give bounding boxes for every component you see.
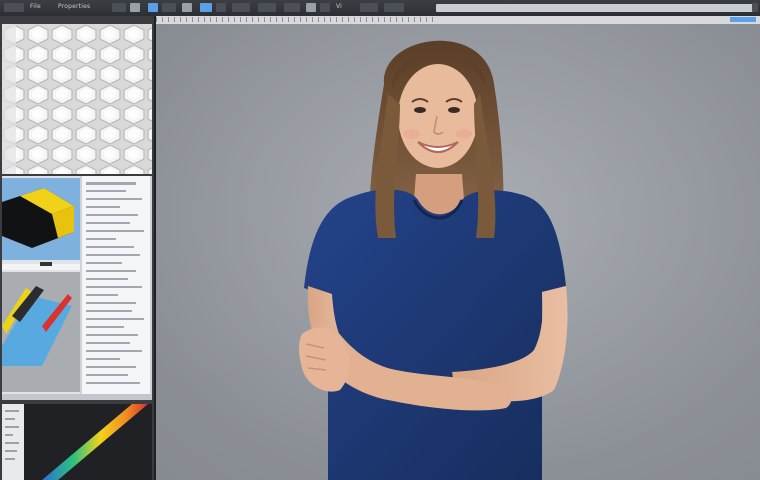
toolbar-button[interactable] xyxy=(130,3,140,12)
toolbar-button[interactable] xyxy=(182,3,192,12)
toolbar-button[interactable] xyxy=(284,3,300,12)
toolbar-menu-button[interactable] xyxy=(4,3,24,12)
toolbar-button[interactable] xyxy=(320,3,330,12)
toolbar-button[interactable] xyxy=(384,3,404,12)
toolbar-active-button[interactable] xyxy=(148,3,158,12)
thumbnail-document[interactable] xyxy=(2,176,152,400)
toolbar-button[interactable] xyxy=(162,3,176,12)
toolbar-button[interactable] xyxy=(232,3,250,12)
thumbnail-sidebar xyxy=(0,16,156,480)
toolbar-button[interactable] xyxy=(216,3,226,12)
toolbar-tab-properties[interactable]: Properties xyxy=(58,2,90,12)
toolbar-active-button[interactable] xyxy=(200,3,212,12)
toolbar-button[interactable] xyxy=(306,3,316,12)
texture-pattern-image xyxy=(2,24,152,174)
toolbar-search-field[interactable] xyxy=(436,4,754,12)
toolbar-button[interactable] xyxy=(258,3,276,12)
toolbar-close-button[interactable] xyxy=(752,3,758,12)
document-preview-image xyxy=(2,176,152,400)
main-canvas[interactable] xyxy=(156,24,760,480)
toolbar-tab-file[interactable]: File xyxy=(30,2,41,12)
gradient-preview-image xyxy=(2,404,152,480)
toolbar-button[interactable] xyxy=(360,3,378,12)
thumbnail-texture[interactable] xyxy=(2,24,152,174)
thumbnail-gradient[interactable] xyxy=(2,404,152,480)
toolbar-tab-view[interactable]: Vi xyxy=(336,2,342,12)
toolbar-button[interactable] xyxy=(112,3,126,12)
ruler-marker[interactable] xyxy=(730,17,756,22)
application-toolbar: File Properties Vi xyxy=(0,0,760,17)
portrait-photo xyxy=(156,24,760,480)
ruler-ticks xyxy=(156,17,436,22)
